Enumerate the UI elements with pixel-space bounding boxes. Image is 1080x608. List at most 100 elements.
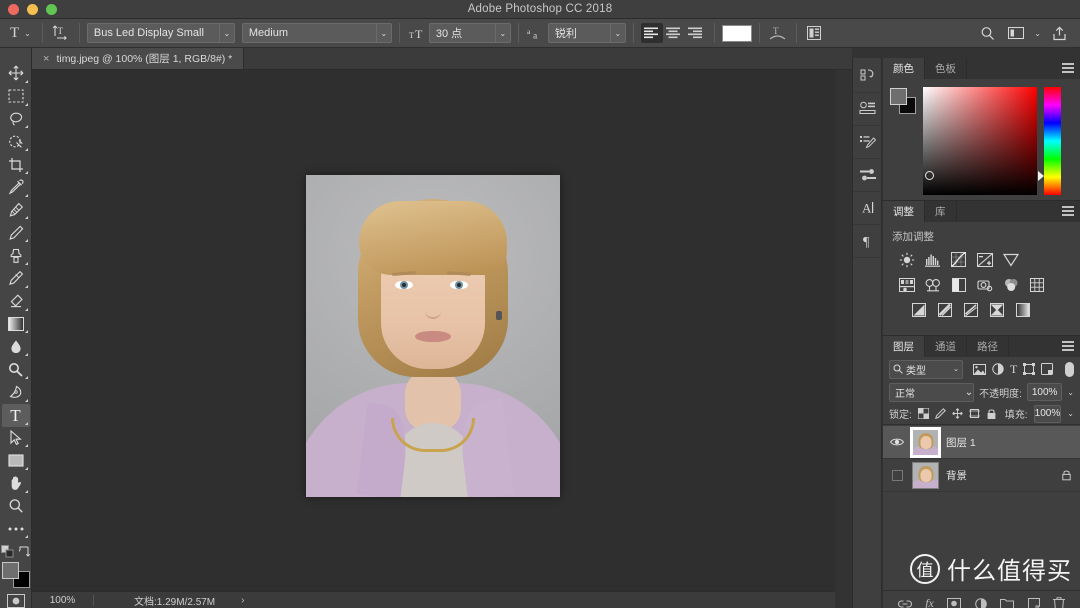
swap-colors-icon[interactable] xyxy=(18,546,31,558)
tab-adjustments[interactable]: 调整 xyxy=(883,201,925,222)
crop-tool[interactable] xyxy=(2,153,30,176)
lock-artboard-nesting-icon[interactable] xyxy=(968,408,980,419)
tab-swatches[interactable]: 色板 xyxy=(925,58,967,79)
panel-menu-icon[interactable] xyxy=(1062,341,1074,353)
brush-settings-panel-icon[interactable] xyxy=(853,126,883,159)
delete-layer-icon[interactable] xyxy=(1053,597,1066,608)
lock-all-icon[interactable] xyxy=(986,408,997,420)
font-size-select[interactable]: 30 点 ⌄ xyxy=(428,23,511,43)
character-panel-icon[interactable]: A xyxy=(853,192,883,225)
filter-toggle-switch[interactable] xyxy=(1065,361,1074,377)
color-panel-swatches[interactable] xyxy=(890,88,916,114)
chevron-down-icon[interactable]: ⌄ xyxy=(494,24,510,42)
layer-comps-panel-icon[interactable] xyxy=(853,93,883,126)
toggle-text-orientation-button[interactable]: T xyxy=(50,23,72,43)
filter-type-layers-icon[interactable]: T xyxy=(1010,362,1017,377)
color-field[interactable] xyxy=(923,87,1037,195)
layer-thumbnail[interactable] xyxy=(912,461,939,489)
move-tool[interactable] xyxy=(2,62,30,85)
channel-mixer-adjustment-icon[interactable] xyxy=(1002,276,1020,294)
invert-adjustment-icon[interactable] xyxy=(910,301,928,319)
layer-visibility-toggle[interactable] xyxy=(889,469,905,481)
edit-toolbar-button[interactable] xyxy=(2,518,30,541)
lasso-tool[interactable] xyxy=(2,108,30,131)
pen-tool[interactable] xyxy=(2,381,30,404)
foreground-color-swatch[interactable] xyxy=(1,562,19,580)
add-layer-mask-icon[interactable] xyxy=(947,598,962,608)
layer-row-1[interactable]: 图层 1 xyxy=(883,426,1080,459)
curves-adjustment-icon[interactable] xyxy=(950,251,968,269)
brush-presets-panel-icon[interactable] xyxy=(853,159,883,192)
chevron-right-icon[interactable]: › xyxy=(241,595,244,606)
new-group-icon[interactable] xyxy=(1000,598,1015,608)
brightness-contrast-adjustment-icon[interactable] xyxy=(898,251,916,269)
default-foreground-background-icon[interactable] xyxy=(0,545,14,558)
layer-style-icon[interactable]: fx xyxy=(925,596,934,608)
foreground-color-swatch[interactable] xyxy=(890,88,907,105)
share-icon[interactable] xyxy=(1048,23,1070,43)
chevron-down-icon[interactable]: ⌄ xyxy=(218,24,234,42)
tab-paths[interactable]: 路径 xyxy=(967,336,1009,357)
hue-slider[interactable] xyxy=(1038,87,1061,195)
gradient-tool[interactable] xyxy=(2,313,30,336)
quick-selection-tool[interactable] xyxy=(2,130,30,153)
workspace-switcher-button[interactable] xyxy=(1005,23,1027,43)
spot-healing-brush-tool[interactable] xyxy=(2,199,30,222)
vibrance-adjustment-icon[interactable] xyxy=(1002,251,1020,269)
layer-thumbnail[interactable] xyxy=(910,426,941,458)
path-selection-tool[interactable] xyxy=(2,427,30,450)
anti-aliasing-select[interactable]: 锐利 ⌄ xyxy=(547,23,626,43)
zoom-tool[interactable] xyxy=(2,495,30,518)
layer-visibility-toggle[interactable] xyxy=(889,437,905,447)
chevron-down-icon[interactable]: ⌄ xyxy=(609,24,625,42)
tab-libraries[interactable]: 库 xyxy=(925,201,957,222)
zoom-level[interactable]: 100% xyxy=(32,594,94,606)
type-tool[interactable]: T xyxy=(1,403,30,427)
font-style-select[interactable]: Medium ⌄ xyxy=(241,23,392,43)
fill-input[interactable]: 100% xyxy=(1033,404,1062,423)
tab-color[interactable]: 颜色 xyxy=(883,58,925,79)
tab-layers[interactable]: 图层 xyxy=(883,336,925,357)
chevron-down-icon[interactable]: ⌄ xyxy=(1034,29,1041,38)
levels-adjustment-icon[interactable] xyxy=(924,251,942,269)
canvas-area[interactable] xyxy=(32,70,835,591)
lock-image-pixels-icon[interactable] xyxy=(934,408,946,419)
panel-menu-icon[interactable] xyxy=(1062,206,1074,218)
exposure-adjustment-icon[interactable] xyxy=(976,251,994,269)
rectangular-marquee-tool[interactable] xyxy=(2,85,30,108)
align-center-button[interactable] xyxy=(663,23,685,43)
chevron-down-icon[interactable]: ⌄ xyxy=(953,365,959,373)
dodge-tool[interactable] xyxy=(2,358,30,381)
tab-channels[interactable]: 通道 xyxy=(925,336,967,357)
color-balance-adjustment-icon[interactable] xyxy=(924,276,942,294)
chevron-down-icon[interactable]: ⌄ xyxy=(1067,409,1074,418)
search-icon[interactable] xyxy=(976,23,998,43)
hue-saturation-adjustment-icon[interactable] xyxy=(898,276,916,294)
close-icon[interactable]: × xyxy=(43,53,49,65)
text-color-swatch[interactable] xyxy=(721,24,752,42)
layer-name[interactable]: 背景 xyxy=(946,468,1054,483)
layer-name[interactable]: 图层 1 xyxy=(946,435,1072,450)
history-panel-icon[interactable] xyxy=(853,60,883,93)
blend-mode-select[interactable]: 正常 ⌄ xyxy=(889,382,975,402)
new-adjustment-layer-icon[interactable] xyxy=(975,597,987,608)
eraser-tool[interactable] xyxy=(2,290,30,313)
opacity-input[interactable]: 100% xyxy=(1026,383,1063,401)
lock-position-icon[interactable] xyxy=(952,408,963,419)
quick-mask-mode-button[interactable] xyxy=(6,593,25,608)
hand-tool[interactable] xyxy=(2,472,30,495)
rectangle-tool[interactable] xyxy=(2,449,30,472)
filter-shape-layers-icon[interactable] xyxy=(1023,363,1036,375)
filter-adjustment-layers-icon[interactable] xyxy=(992,363,1004,375)
filter-pixel-layers-icon[interactable] xyxy=(973,363,986,375)
align-left-button[interactable] xyxy=(640,23,663,43)
document-canvas[interactable] xyxy=(306,175,560,497)
chevron-down-icon[interactable]: ⌄ xyxy=(375,24,391,42)
filter-smart-objects-icon[interactable] xyxy=(1041,363,1054,375)
toggle-character-paragraph-panels-button[interactable] xyxy=(804,23,826,43)
selective-color-adjustment-icon[interactable] xyxy=(988,301,1006,319)
blur-tool[interactable] xyxy=(2,335,30,358)
brush-tool[interactable] xyxy=(2,221,30,244)
paragraph-panel-icon[interactable]: ¶ xyxy=(853,225,883,258)
chevron-down-icon[interactable]: ⌄ xyxy=(1067,388,1074,397)
